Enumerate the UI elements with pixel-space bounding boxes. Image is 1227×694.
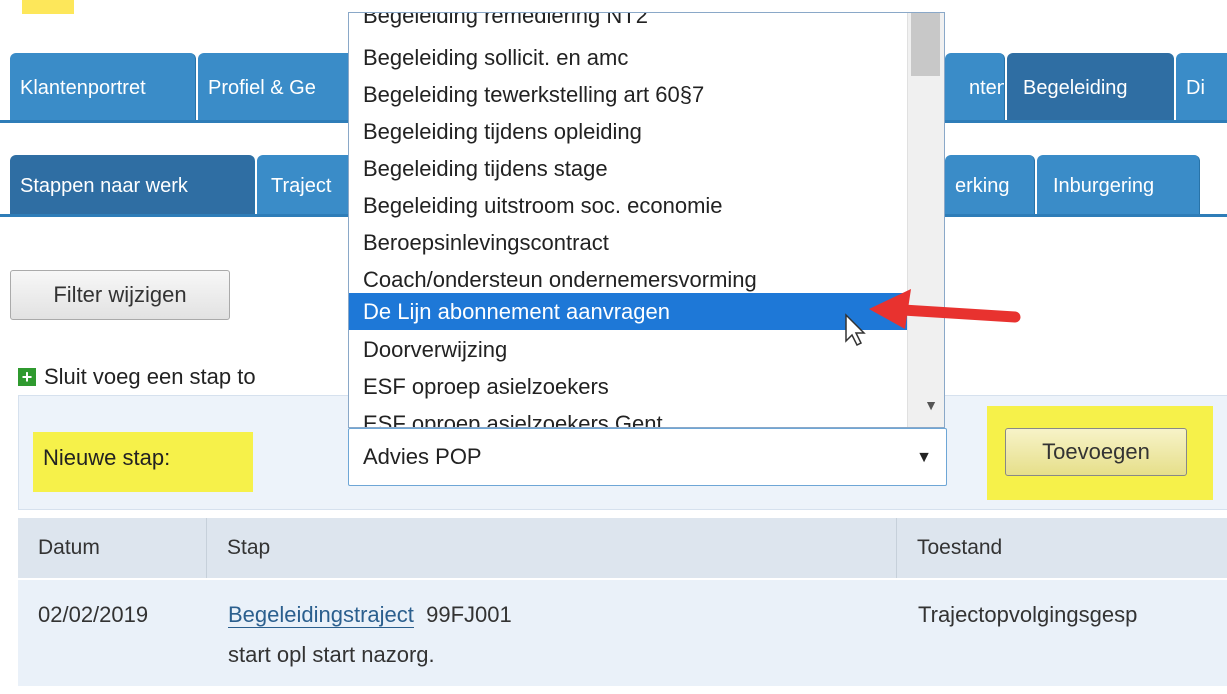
top-highlight-mark xyxy=(22,0,74,14)
tab-documenten[interactable]: nten xyxy=(945,53,1005,123)
toevoegen-button[interactable]: Toevoegen xyxy=(1005,428,1187,476)
tab-inburgering[interactable]: Inburgering xyxy=(1037,155,1200,217)
stap-link[interactable]: Begeleidingstraject xyxy=(228,602,414,628)
row-toestand: Trajectopvolgingsgesp xyxy=(918,602,1138,627)
column-header-stap[interactable]: Stap xyxy=(206,518,896,578)
tab-begeleiding[interactable]: Begeleiding xyxy=(1007,53,1174,123)
column-header-toestand[interactable]: Toestand xyxy=(896,518,1227,578)
tab-traject[interactable]: Traject xyxy=(257,155,357,217)
new-step-label: Nieuwe stap: xyxy=(43,445,171,470)
dropdown-option[interactable]: Doorverwijzing xyxy=(349,331,907,368)
dropdown-option[interactable]: Begeleiding remediering NT2 xyxy=(349,13,907,34)
new-step-select[interactable]: Advies POP ▼ xyxy=(348,428,947,486)
stap-code: 99FJ001 xyxy=(426,602,512,627)
new-step-dropdown-list: Begeleiding remediering NT2 Begeleiding … xyxy=(348,12,945,428)
dropdown-option[interactable]: ESF oproep asielzoekers xyxy=(349,368,907,405)
tab-profiel[interactable]: Profiel & Ge xyxy=(198,53,358,123)
tab-di[interactable]: Di xyxy=(1176,53,1227,123)
dropdown-option[interactable]: ESF oproep asielzoekers Gent xyxy=(349,405,907,428)
dropdown-option[interactable]: Begeleiding sollicit. en amc xyxy=(349,39,907,76)
stap-detail: start opl start nazorg. xyxy=(228,642,435,667)
annotation-arrow-icon xyxy=(869,289,1021,329)
tab-klantenportret[interactable]: Klantenportret xyxy=(10,53,196,123)
chevron-down-icon: ▼ xyxy=(916,449,932,466)
row-stap: Begeleidingstraject 99FJ001 xyxy=(228,602,512,628)
table-header: Datum Stap Toestand xyxy=(18,518,1227,578)
table-row: 02/02/2019 Begeleidingstraject 99FJ001 s… xyxy=(18,580,1227,686)
add-step-link[interactable]: + Sluit voeg een stap to xyxy=(18,360,256,394)
plus-icon: + xyxy=(18,368,36,386)
tab-stappen-naar-werk[interactable]: Stappen naar werk xyxy=(10,155,255,217)
dropdown-option[interactable]: Begeleiding uitstroom soc. economie xyxy=(349,187,907,224)
dropdown-scrollbar[interactable]: ▼ xyxy=(907,13,944,427)
filter-wijzigen-button[interactable]: Filter wijzigen xyxy=(10,270,230,320)
dropdown-option-highlighted[interactable]: De Lijn abonnement aanvragen xyxy=(349,293,907,330)
new-step-selected-value: Advies POP xyxy=(363,444,482,469)
dropdown-option[interactable]: Beroepsinlevingscontract xyxy=(349,224,907,261)
dropdown-option[interactable]: Begeleiding tewerkstelling art 60§7 xyxy=(349,76,907,113)
tab-samenwerking[interactable]: erking xyxy=(945,155,1035,217)
dropdown-option[interactable]: Begeleiding tijdens stage xyxy=(349,150,907,187)
scrollbar-thumb[interactable] xyxy=(911,13,940,76)
scroll-down-arrow-icon[interactable]: ▼ xyxy=(924,397,938,413)
column-header-datum[interactable]: Datum xyxy=(18,518,206,578)
mouse-cursor-icon xyxy=(845,313,866,347)
row-datum: 02/02/2019 xyxy=(38,602,149,627)
dropdown-option[interactable]: Begeleiding tijdens opleiding xyxy=(349,113,907,150)
